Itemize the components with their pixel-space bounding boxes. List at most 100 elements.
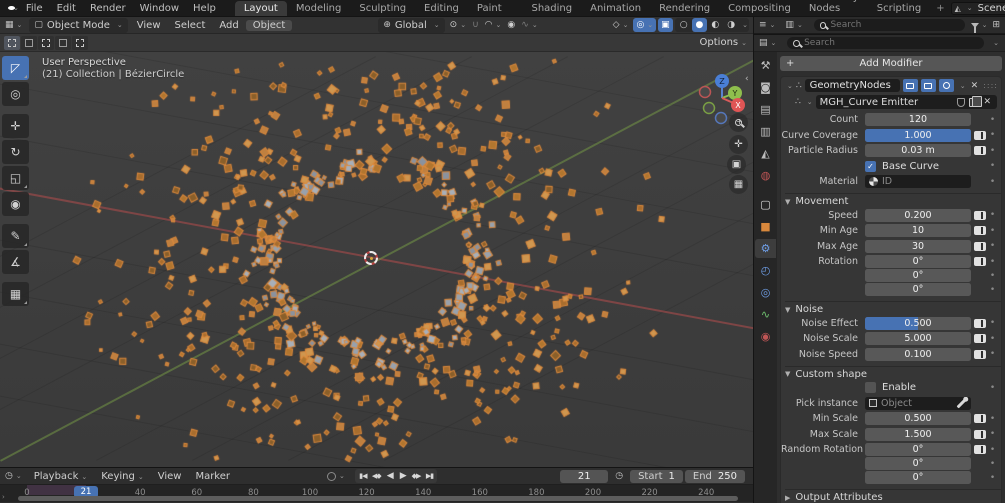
viewport-canvas[interactable] <box>36 52 753 467</box>
orientation-dropdown[interactable]: ⊕ Global ⌄ <box>378 17 445 33</box>
noise-speed-field[interactable]: 0.100 <box>865 347 971 361</box>
count-field[interactable]: 120 <box>865 113 971 126</box>
fake-user-icon[interactable] <box>957 97 966 107</box>
pick-instance-field[interactable]: Object <box>865 396 971 410</box>
options-dropdown[interactable]: Options ⌄ <box>700 37 747 48</box>
axis-neg-z[interactable] <box>714 111 728 125</box>
workspace-tab-geometry-nodes[interactable]: Geometry Nodes <box>800 0 868 16</box>
enable-checkbox[interactable] <box>865 382 876 393</box>
next-keyframe-button[interactable]: ◆▶ <box>410 472 423 480</box>
animate-decorator[interactable] <box>973 429 986 439</box>
viewport-menu-view[interactable]: View <box>130 20 168 31</box>
select-mode-invert[interactable] <box>55 35 71 50</box>
editor-type-selector[interactable]: ▦ ⌄ <box>0 18 27 33</box>
show-gizmo-toggle[interactable]: ◇ ⌄ <box>610 18 632 32</box>
outliner-editor-selector[interactable]: ≡ ⌄ <box>754 18 780 33</box>
animate-decorator[interactable] <box>973 210 986 220</box>
delete-modifier-icon[interactable]: ✕ <box>969 81 981 91</box>
play-button[interactable]: ▶ <box>397 471 409 481</box>
solid-shading-button[interactable]: ● <box>691 18 708 32</box>
workspace-tab-animation[interactable]: Animation <box>581 1 650 16</box>
jump-to-start-button[interactable]: ▮◀ <box>357 472 369 480</box>
min-age-field[interactable]: 10 <box>865 224 971 237</box>
add-modifier-button[interactable]: + Add Modifier <box>780 56 1002 71</box>
material-field[interactable]: ID <box>865 175 971 188</box>
menu-keying[interactable]: Keying ⌄ <box>94 471 150 482</box>
filter-icon[interactable] <box>970 22 979 33</box>
workspace-tab-layout[interactable]: Layout <box>234 1 287 16</box>
random-rotation-field-y[interactable]: 0° <box>865 457 971 470</box>
xray-toggle[interactable]: ▣ <box>658 18 673 32</box>
base-curve-checkbox[interactable]: ✓ <box>865 160 876 172</box>
properties-tab-physics[interactable]: ◴ <box>755 261 776 280</box>
random-rotation-field-x[interactable]: 0° <box>865 443 971 456</box>
max-scale-field[interactable]: 1.500 <box>865 427 971 441</box>
menu-playback[interactable]: Playback ⌄ <box>27 471 95 482</box>
rotation-field-z[interactable]: 0° <box>865 283 971 296</box>
rendered-shading-button[interactable]: ◑ <box>723 18 739 32</box>
properties-tab-collection[interactable]: ▢ <box>755 195 776 214</box>
workspace-tab-sculpting[interactable]: Sculpting <box>350 1 415 16</box>
properties-tab-tool[interactable]: ⚒ <box>755 56 776 75</box>
viewport-menu-add[interactable]: Add <box>212 20 245 31</box>
cursor-tool[interactable]: ◎ <box>2 82 29 106</box>
properties-tab-world[interactable]: ◍ <box>755 166 776 185</box>
animate-decorator[interactable] <box>973 349 986 359</box>
min-scale-field[interactable]: 0.500 <box>865 412 971 425</box>
edit-mode-display-toggle[interactable] <box>902 79 918 92</box>
snap-toggle[interactable]: ∪ <box>469 18 482 32</box>
falloff-dropdown[interactable]: ∿ ⌄ <box>518 18 540 32</box>
duplicate-node-group-icon[interactable] <box>969 95 983 107</box>
zoom-button[interactable] <box>729 113 748 132</box>
section-movement[interactable]: ▼ Movement <box>785 193 1001 207</box>
animate-decorator[interactable] <box>973 318 986 328</box>
animate-decorator[interactable] <box>973 226 986 235</box>
move-tool[interactable]: ✛ <box>2 114 29 138</box>
modifier-extras-dropdown[interactable]: ⌄ <box>960 82 966 90</box>
current-frame-field[interactable]: 21 <box>560 469 609 483</box>
properties-tab-data[interactable]: ∿ <box>755 305 776 324</box>
timeline-editor-selector[interactable]: ◷ ⌄ <box>0 469 27 484</box>
eyedropper-icon[interactable] <box>956 398 967 408</box>
add-cube-tool[interactable]: ▦ <box>2 282 29 306</box>
particle-radius-field[interactable]: 0.03 m <box>865 144 971 157</box>
workspace-tab-shading[interactable]: Shading <box>522 1 581 16</box>
add-workspace-button[interactable]: + <box>930 1 950 16</box>
menu-help[interactable]: Help <box>186 3 223 14</box>
animate-decorator[interactable] <box>973 130 986 140</box>
scene-selector[interactable]: ◭ ⌄ Scene ⊸ ✕ <box>950 1 1005 15</box>
workspace-tab-scripting[interactable]: Scripting <box>868 1 930 16</box>
viewport-3d[interactable]: User Perspective (21) Collection | Bézie… <box>0 52 753 467</box>
properties-tab-view-layer[interactable]: ▥ <box>755 122 776 141</box>
viewport-menu-select[interactable]: Select <box>168 20 213 31</box>
properties-editor-selector[interactable]: ▤ ⌄ <box>754 36 781 51</box>
select-mode-intersect[interactable] <box>72 35 88 50</box>
animate-decorator[interactable] <box>973 241 986 251</box>
annotate-tool[interactable]: ✎ <box>2 224 29 248</box>
measure-tool[interactable]: ∡ <box>2 250 29 274</box>
mode-dropdown[interactable]: ▢ Object Mode ⌄ <box>29 17 128 33</box>
modifier-name-field[interactable]: GeometryNodes <box>804 79 900 92</box>
properties-tab-modifiers[interactable]: ⚙ <box>755 239 776 258</box>
play-reverse-button[interactable]: ◀ <box>384 471 396 481</box>
menu-edit[interactable]: Edit <box>50 3 83 14</box>
curve-coverage-field[interactable]: 1.000 <box>865 128 971 142</box>
max-age-field[interactable]: 30 <box>865 239 971 253</box>
properties-tab-object[interactable]: ■ <box>755 217 776 236</box>
proportional-edit-toggle[interactable]: ◉ <box>504 18 518 32</box>
properties-tab-output[interactable]: ▤ <box>755 100 776 119</box>
timeline-ruler[interactable]: 0 40 60 80 100 120 140 160 180 200 220 240 21 › <box>0 485 753 502</box>
rotation-field-x[interactable]: 0° <box>865 255 971 268</box>
properties-tab-material[interactable]: ◉ <box>755 327 776 346</box>
speed-field[interactable]: 0.200 <box>865 208 971 222</box>
perspective-toggle-button[interactable]: ▦ <box>729 175 748 194</box>
node-group-selector[interactable]: MGH_Curve Emitter ✕ <box>815 95 997 109</box>
pan-button[interactable]: ✛ <box>729 135 748 154</box>
properties-tab-scene[interactable]: ◭ <box>755 144 776 163</box>
animate-decorator[interactable] <box>973 146 986 155</box>
wireframe-shading-button[interactable]: ○ <box>676 18 692 32</box>
animate-decorator[interactable] <box>973 334 986 343</box>
realtime-display-toggle[interactable] <box>920 79 936 92</box>
workspace-tab-modeling[interactable]: Modeling <box>287 1 351 16</box>
menu-file[interactable]: File <box>19 3 50 14</box>
